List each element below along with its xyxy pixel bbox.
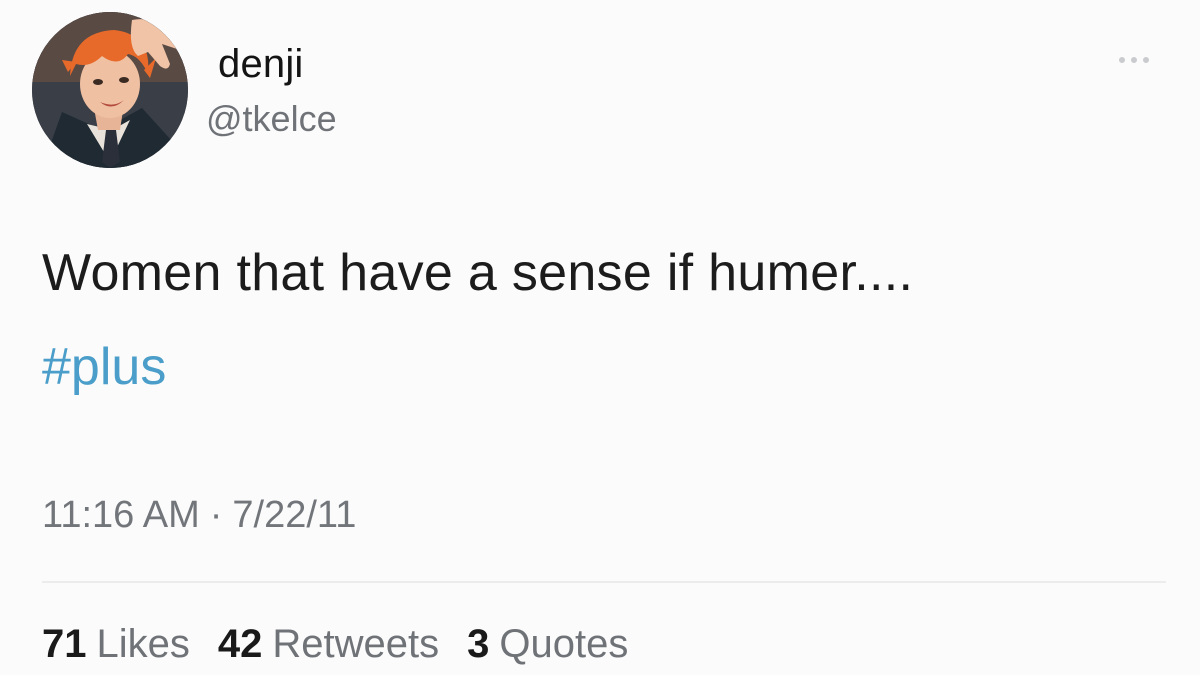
tweet-date: 7/22/11	[232, 494, 357, 536]
more-dot	[1119, 57, 1125, 63]
likes-stat[interactable]: 71 Likes	[42, 622, 190, 667]
tweet-time: 11:16 AM	[42, 494, 200, 536]
timestamp[interactable]: 11:16 AM · 7/22/11	[42, 494, 356, 537]
quotes-count: 3	[467, 622, 490, 666]
tweet-card: denji @tkelce Women that have a sense if…	[0, 0, 1200, 675]
tweet-stats: 71 Likes 42 Retweets 3 Quotes	[42, 622, 656, 667]
timestamp-separator: ·	[209, 494, 223, 536]
likes-label: Likes	[96, 622, 190, 666]
hashtag-link[interactable]: #plus	[42, 332, 166, 402]
more-horizontal-icon[interactable]	[1110, 48, 1158, 72]
retweets-stat[interactable]: 42 Retweets	[218, 622, 439, 667]
tweet-text: Women that have a sense if humer....	[42, 244, 914, 302]
avatar-image	[32, 12, 188, 168]
avatar[interactable]	[32, 12, 188, 168]
display-name[interactable]: denji	[218, 42, 304, 87]
retweets-count: 42	[217, 622, 263, 666]
quotes-label: Quotes	[499, 622, 629, 666]
quotes-stat[interactable]: 3 Quotes	[467, 622, 628, 667]
divider	[42, 581, 1166, 583]
user-handle[interactable]: @tkelce	[206, 98, 337, 140]
retweets-label: Retweets	[272, 622, 440, 666]
likes-count: 71	[42, 622, 87, 666]
more-dot	[1131, 57, 1137, 63]
more-dot	[1143, 57, 1149, 63]
